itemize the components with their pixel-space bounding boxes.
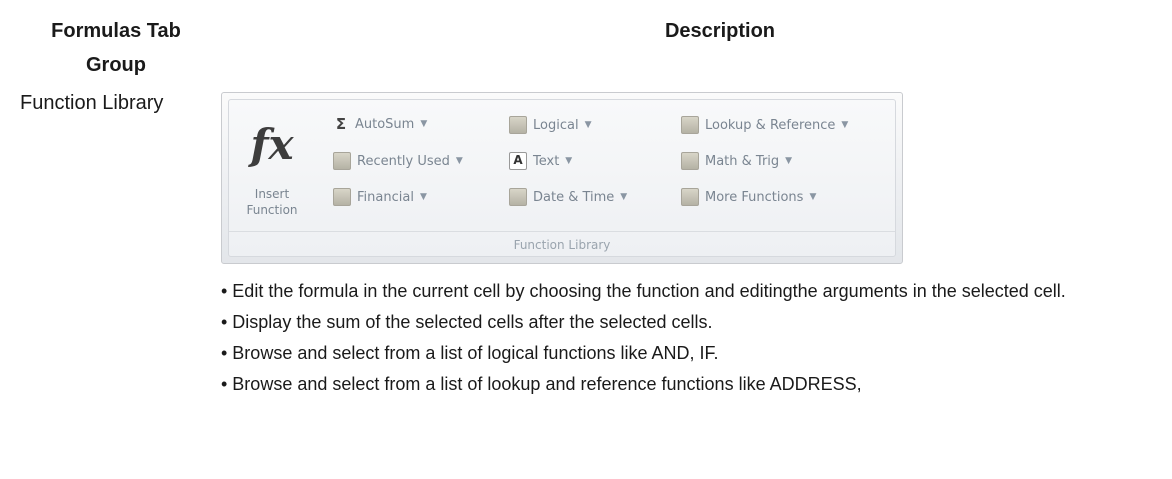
insert-function-button[interactable]: Insert Function bbox=[231, 186, 313, 218]
sigma-icon: Σ bbox=[335, 115, 347, 133]
lookup-reference-button[interactable]: Lookup & Reference ▼ bbox=[681, 116, 848, 134]
description-list: • Edit the formula in the current cell b… bbox=[221, 276, 1161, 400]
lookup-reference-label: Lookup & Reference bbox=[705, 117, 836, 133]
column-header-group-line2: Group bbox=[86, 54, 146, 76]
text-icon: A bbox=[509, 152, 527, 170]
logical-button[interactable]: Logical ▼ bbox=[509, 116, 591, 134]
description-item: • Browse and select from a list of looku… bbox=[221, 374, 862, 394]
chevron-down-icon: ▼ bbox=[809, 192, 817, 202]
chevron-down-icon: ▼ bbox=[420, 119, 428, 129]
chevron-down-icon: ▼ bbox=[785, 156, 793, 166]
date-time-icon bbox=[509, 188, 527, 206]
ribbon-group-label: Function Library bbox=[513, 238, 611, 252]
description-item: • Edit the formula in the current cell b… bbox=[221, 281, 1066, 301]
description-item: • Display the sum of the selected cells … bbox=[221, 312, 713, 332]
chevron-down-icon: ▼ bbox=[455, 156, 463, 166]
column-header-description: Description bbox=[664, 20, 776, 42]
recently-used-button[interactable]: Recently Used ▼ bbox=[333, 152, 463, 170]
chevron-down-icon: ▼ bbox=[620, 192, 628, 202]
financial-label: Financial bbox=[357, 189, 414, 205]
financial-icon bbox=[333, 188, 351, 206]
ribbon-group-panel: fx Insert Function Σ AutoSum ▼ Recently … bbox=[228, 99, 896, 257]
insert-function-icon[interactable]: fx bbox=[247, 122, 297, 168]
function-library-ribbon: fx Insert Function Σ AutoSum ▼ Recently … bbox=[221, 92, 903, 264]
lookup-reference-icon bbox=[681, 116, 699, 134]
math-trig-button[interactable]: Math & Trig ▼ bbox=[681, 152, 792, 170]
logical-label: Logical bbox=[533, 117, 579, 133]
more-functions-label: More Functions bbox=[705, 189, 804, 205]
insert-function-label-line2: Function bbox=[246, 203, 298, 217]
chevron-down-icon: ▼ bbox=[841, 120, 849, 130]
more-functions-button[interactable]: More Functions ▼ bbox=[681, 188, 816, 206]
logical-icon bbox=[509, 116, 527, 134]
chevron-down-icon: ▼ bbox=[419, 192, 427, 202]
date-time-label: Date & Time bbox=[533, 189, 615, 205]
text-label: Text bbox=[533, 153, 560, 169]
math-trig-icon bbox=[681, 152, 699, 170]
math-trig-label: Math & Trig bbox=[705, 153, 780, 169]
column-header-group-line1: Formulas Tab bbox=[51, 20, 181, 42]
text-button[interactable]: A Text ▼ bbox=[509, 152, 572, 170]
column-header-group: Formulas Tab Group bbox=[18, 14, 214, 82]
chevron-down-icon: ▼ bbox=[584, 120, 592, 130]
recently-used-label: Recently Used bbox=[357, 153, 450, 169]
insert-function-label-line1: Insert bbox=[254, 187, 290, 201]
autosum-button[interactable]: Σ AutoSum ▼ bbox=[333, 116, 427, 132]
description-item: • Browse and select from a list of logic… bbox=[221, 343, 719, 363]
chevron-down-icon: ▼ bbox=[565, 156, 573, 166]
autosum-label: AutoSum bbox=[355, 116, 415, 132]
recently-used-icon bbox=[333, 152, 351, 170]
more-functions-icon bbox=[681, 188, 699, 206]
row-label-function-library: Function Library bbox=[20, 92, 164, 114]
date-time-button[interactable]: Date & Time ▼ bbox=[509, 188, 627, 206]
ribbon-divider bbox=[229, 231, 895, 232]
financial-button[interactable]: Financial ▼ bbox=[333, 188, 427, 206]
